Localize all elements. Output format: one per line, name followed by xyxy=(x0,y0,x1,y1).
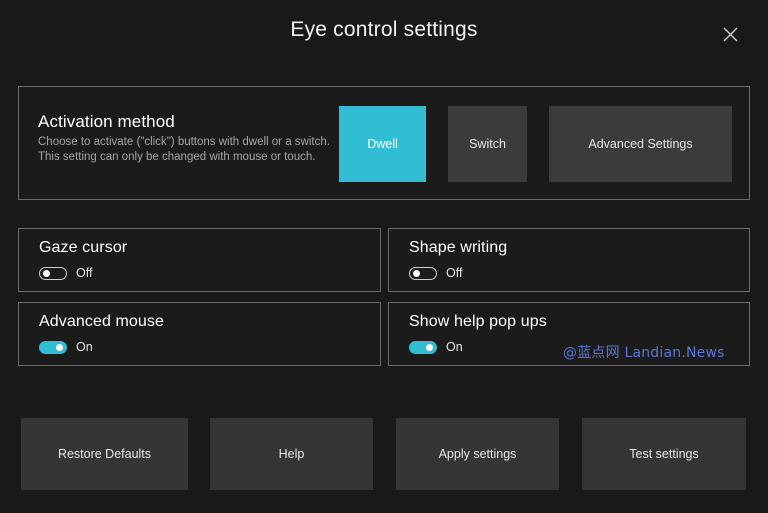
toggle-state-label: On xyxy=(446,340,463,354)
activation-method-description: Choose to activate ("click") buttons wit… xyxy=(38,136,330,163)
page-title: Eye control settings xyxy=(290,18,478,41)
toggle-switch-icon[interactable] xyxy=(39,340,67,354)
setting-toggle-show-help-pop-ups[interactable]: On xyxy=(409,340,463,354)
title-bar: Eye control settings xyxy=(0,0,768,72)
setting-card-shape-writing: Shape writing Off xyxy=(388,228,750,292)
setting-label-advanced-mouse: Advanced mouse xyxy=(39,313,165,330)
activation-option-advanced-settings[interactable]: Advanced Settings xyxy=(549,106,732,182)
toggle-state-label: On xyxy=(76,340,93,354)
toggle-switch-icon[interactable] xyxy=(409,266,437,280)
setting-label-shape-writing: Shape writing xyxy=(409,239,508,256)
toggle-state-label: Off xyxy=(446,266,463,280)
close-icon xyxy=(723,27,738,42)
activation-method-title: Activation method xyxy=(38,112,175,131)
setting-label-gaze-cursor: Gaze cursor xyxy=(39,239,128,256)
setting-toggle-gaze-cursor[interactable]: Off xyxy=(39,266,92,280)
setting-toggle-advanced-mouse[interactable]: On xyxy=(39,340,93,354)
activation-option-dwell[interactable]: Dwell xyxy=(339,106,426,182)
toggle-switch-icon[interactable] xyxy=(409,340,437,354)
close-button[interactable] xyxy=(712,16,748,52)
setting-toggle-shape-writing[interactable]: Off xyxy=(409,266,462,280)
help-button[interactable]: Help xyxy=(210,418,373,490)
setting-label-show-help-pop-ups: Show help pop ups xyxy=(409,313,547,330)
test-settings-button[interactable]: Test settings xyxy=(582,418,746,490)
toggle-switch-icon[interactable] xyxy=(39,266,67,280)
toggle-state-label: Off xyxy=(76,266,93,280)
restore-defaults-button[interactable]: Restore Defaults xyxy=(21,418,188,490)
watermark: @蓝点网 Landian.News xyxy=(563,345,725,361)
activation-method-text: Activation method Choose to activate ("c… xyxy=(38,112,338,165)
setting-card-gaze-cursor: Gaze cursor Off xyxy=(18,228,381,292)
apply-settings-button[interactable]: Apply settings xyxy=(396,418,559,490)
setting-card-advanced-mouse: Advanced mouse On xyxy=(18,302,381,366)
activation-method-card: Activation method Choose to activate ("c… xyxy=(18,86,750,200)
activation-option-switch[interactable]: Switch xyxy=(448,106,527,182)
